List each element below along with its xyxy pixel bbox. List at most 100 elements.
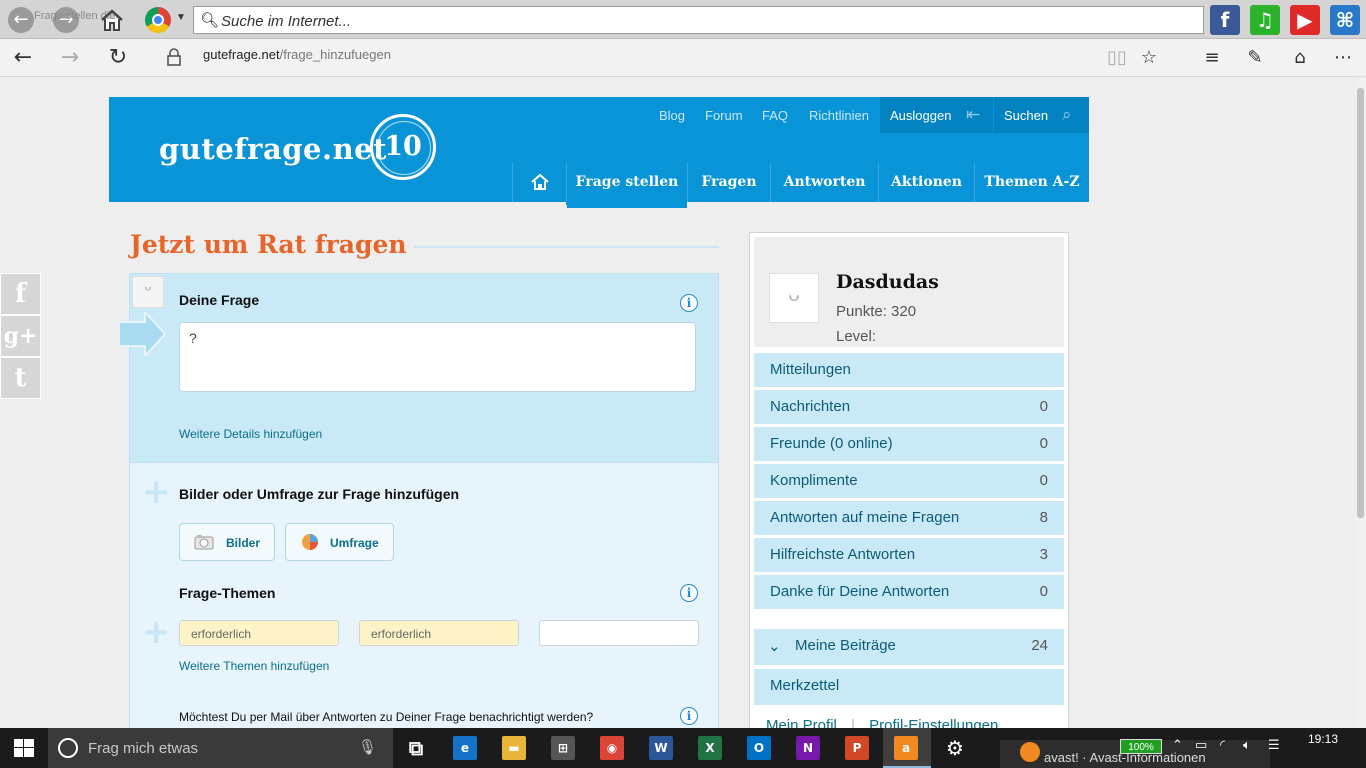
add-details-link[interactable]: Weitere Details hinzufügen (179, 427, 322, 441)
my-posts-row[interactable]: ⌄ Meine Beiträge 24 (754, 629, 1064, 665)
scrollbar-thumb[interactable] (1357, 88, 1364, 518)
games-icon[interactable]: ⌘ (1330, 5, 1360, 35)
home-icon[interactable] (98, 6, 126, 34)
top-link-forum[interactable]: Forum (705, 108, 743, 123)
volume-icon[interactable]: 🔈︎ (1243, 738, 1251, 753)
chrome-icon[interactable]: ◉ (600, 736, 624, 760)
top-link-guidelines[interactable]: Richtlinien (809, 108, 869, 123)
chrome-logo-icon[interactable] (145, 7, 171, 33)
site-logo[interactable]: gutefrage.net (159, 132, 387, 166)
wifi-icon[interactable]: ◜ (1220, 738, 1225, 753)
info-icon[interactable]: i (680, 584, 698, 602)
add-images-button[interactable]: Bilder (179, 523, 275, 561)
battery-indicator[interactable]: 100% (1120, 739, 1162, 754)
my-profile-link[interactable]: Mein Profil (766, 717, 837, 728)
page-scrollbar[interactable] (1355, 78, 1366, 728)
action-center-icon[interactable]: ☰ (1268, 738, 1280, 753)
forward-icon[interactable]: → (55, 43, 85, 73)
powerpoint-icon[interactable]: P (845, 736, 869, 760)
more-icon[interactable]: ⋯ (1328, 43, 1358, 73)
cortana-search-box[interactable]: Frag mich etwas 🎙︎ (48, 728, 393, 768)
logout-button[interactable]: Ausloggen ⇤ (880, 97, 993, 133)
sidebar-item-label: Freunde (0 online) (770, 435, 893, 452)
sidebar-item[interactable]: Antworten auf meine Fragen 8 (754, 501, 1064, 535)
top-link-blog[interactable]: Blog (659, 108, 685, 123)
nav-answers[interactable]: Antworten (770, 163, 878, 202)
info-icon[interactable]: i (680, 707, 698, 725)
taskbar: Frag mich etwas 🎙︎ ⧉ e ▬ ⊞ ◉ W X O N Pa ⚙ avast! ·… (0, 728, 1366, 768)
excel-icon[interactable]: X (698, 736, 722, 760)
question-input[interactable]: ? (179, 322, 696, 392)
url-path: /frage_hinzufuegen (279, 47, 391, 62)
topic-input-1[interactable]: erforderlich (179, 620, 339, 646)
back-icon[interactable]: ← (8, 43, 38, 73)
clock[interactable]: 19:13 (1308, 732, 1338, 746)
url-field[interactable]: gutefrage.net/frage_hinzufuegen (203, 47, 391, 62)
bookmarks-label: Merkzettel (770, 677, 840, 694)
share-icon[interactable]: ⌂ (1285, 43, 1315, 73)
facebook-icon[interactable]: f (1210, 5, 1240, 35)
nav-questions[interactable]: Fragen (687, 163, 770, 202)
profile-name[interactable]: Dasdudas (836, 271, 939, 293)
word-icon[interactable]: W (649, 736, 673, 760)
nav-home[interactable] (512, 163, 566, 202)
edge-icon[interactable]: e (453, 736, 477, 760)
add-topics-link[interactable]: Weitere Themen hinzufügen (179, 659, 329, 673)
sidebar-item-label: Komplimente (770, 472, 858, 489)
sidebar-item[interactable]: Nachrichten 0 (754, 390, 1064, 424)
topic-input-3[interactable] (539, 620, 699, 646)
title-divider (414, 246, 719, 248)
microphone-icon[interactable]: 🎙︎ (358, 738, 377, 756)
chevron-up-icon[interactable]: ⌃ (1172, 738, 1183, 753)
favorite-star-icon[interactable]: ☆ (1134, 43, 1164, 73)
sidebar-item[interactable]: Komplimente 0 (754, 464, 1064, 498)
nav-actions[interactable]: Aktionen (878, 163, 974, 202)
sidebar-item-count: 8 (1039, 509, 1048, 526)
nav-ask-question[interactable]: Frage stellen (566, 163, 687, 208)
chevron-down-icon[interactable]: ▼ (176, 12, 186, 23)
settings-icon[interactable]: ⚙ (943, 736, 967, 760)
facebook-share-icon[interactable]: f (0, 273, 41, 315)
explorer-icon[interactable]: ▬ (502, 736, 526, 760)
web-note-icon[interactable]: ✎ (1240, 43, 1270, 73)
bookmarks-row[interactable]: Merkzettel (754, 669, 1064, 705)
twitter-share-icon[interactable]: t (0, 357, 41, 399)
cortana-placeholder: Frag mich etwas (88, 740, 199, 757)
sidebar-item[interactable]: Danke für Deine Antworten 0 (754, 575, 1064, 609)
search-icon: ⌕ (1062, 105, 1072, 125)
youtube-icon[interactable]: ▶ (1290, 5, 1320, 35)
google-plus-share-icon[interactable]: g+ (0, 315, 41, 357)
reading-view-icon[interactable]: ▯▯ (1102, 43, 1132, 73)
top-link-faq[interactable]: FAQ (762, 108, 788, 123)
question-form: Deine Frage i ? Weitere Details hinzufüg… (119, 273, 719, 728)
site-search-button[interactable]: Suchen ⌕ (994, 97, 1089, 133)
sidebar-item[interactable]: Freunde (0 online) 0 (754, 427, 1064, 461)
refresh-icon[interactable]: ↻ (103, 43, 133, 73)
music-icon[interactable]: ♫ (1250, 5, 1280, 35)
sidebar-item-label: Antworten auf meine Fragen (770, 509, 960, 526)
info-icon[interactable]: i (680, 294, 698, 312)
store-icon[interactable]: ⊞ (551, 736, 575, 760)
hub-icon[interactable]: ≡ (1197, 43, 1227, 73)
page-viewport: gutefrage.net 10 Blog Forum FAQ Richtlin… (0, 78, 1355, 728)
my-posts-count: 24 (1031, 637, 1048, 654)
toolbar-back-icon[interactable]: ← (8, 7, 34, 33)
nav-topics-a-z[interactable]: Themen A-Z (974, 163, 1089, 202)
avatar[interactable] (769, 273, 819, 323)
address-bar: ← → ↻ gutefrage.net/frage_hinzufuegen ▯▯… (0, 39, 1366, 77)
profile-settings-link[interactable]: Profil-Einstellungen (869, 717, 998, 728)
task-view-icon[interactable]: ⧉ (404, 736, 428, 760)
sidebar-item[interactable]: Mitteilungen (754, 353, 1064, 387)
windows-start-icon[interactable] (14, 739, 34, 757)
add-poll-button[interactable]: Umfrage (285, 523, 394, 561)
network-icon[interactable]: ▭ (1195, 738, 1207, 753)
outlook-icon[interactable]: O (747, 736, 771, 760)
avast-icon[interactable]: a (894, 736, 918, 760)
sidebar-item-label: Hilfreichste Antworten (770, 546, 916, 563)
topic-input-2[interactable]: erforderlich (359, 620, 519, 646)
sidebar-item[interactable]: Hilfreichste Antworten 3 (754, 538, 1064, 572)
profile-level: Level: (836, 328, 877, 345)
toolbar-search-box[interactable]: 🔍︎ Suche im Internet... (193, 6, 1204, 34)
plus-icon: + (142, 612, 171, 652)
onenote-icon[interactable]: N (796, 736, 820, 760)
